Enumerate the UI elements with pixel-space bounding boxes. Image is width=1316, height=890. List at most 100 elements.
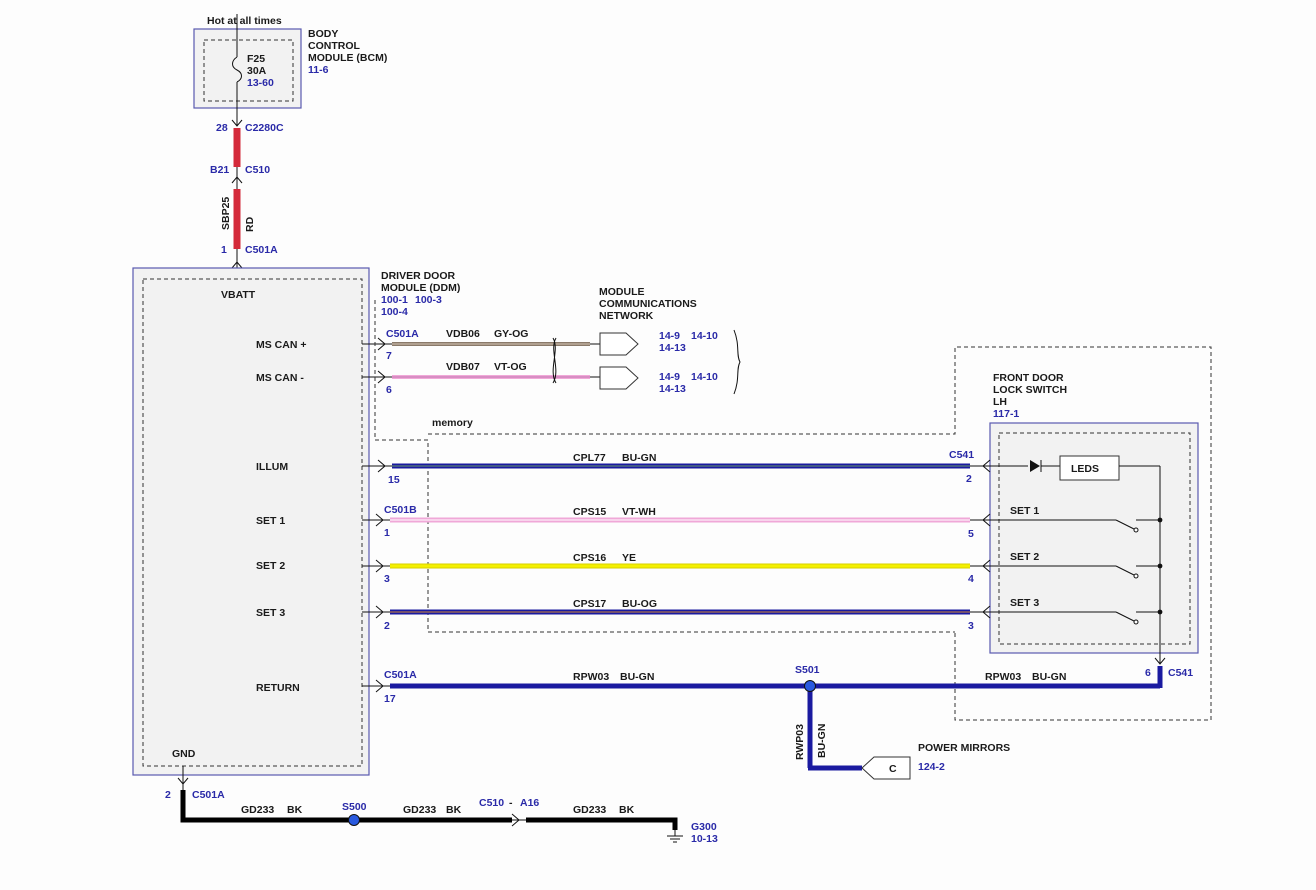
set3-circuit: 2 CPS17 BU-OG 3	[362, 598, 991, 632]
can-minus-ref-14-13[interactable]: 14-13	[659, 383, 686, 395]
switch-ref[interactable]: 117-1	[993, 408, 1019, 420]
fuse-ref[interactable]: 13-60	[247, 77, 274, 89]
color-bk-2: BK	[446, 804, 462, 816]
switch-title-2: LOCK SWITCH	[993, 384, 1067, 396]
splice-s500[interactable]	[348, 814, 360, 826]
pin-28: 28	[216, 122, 228, 134]
mirrors-connector-label: C	[889, 763, 897, 775]
color-return-left: BU-GN	[620, 671, 654, 683]
color-vt-wh: VT-WH	[622, 506, 656, 518]
network-brace	[733, 329, 741, 395]
set2-label: SET 2	[256, 560, 285, 572]
color-bu-og: BU-OG	[622, 598, 657, 610]
can-minus-ref-14-9[interactable]: 14-9	[659, 371, 680, 383]
ddm-title-1: DRIVER DOOR	[381, 270, 456, 282]
ddm-ref-100-3[interactable]: 100-3	[415, 294, 442, 306]
circuit-rpw03-left: RPW03	[573, 671, 609, 683]
set1-ddm-conn: C501B	[384, 504, 417, 516]
color-illum: BU-GN	[622, 452, 656, 464]
pin-1-vbatt: 1	[221, 244, 227, 256]
set1-sw-pin: 5	[968, 528, 974, 540]
sw-return-conn: C541	[1168, 667, 1193, 679]
c510-ground-conn: C510	[479, 797, 504, 809]
mirrors-connector-c[interactable]	[861, 756, 911, 780]
hot-at-all-times-label: Hot at all times	[207, 15, 282, 27]
set3-label: SET 3	[256, 607, 285, 619]
bcm-title-2: CONTROL	[308, 40, 360, 52]
color-rd: RD	[244, 216, 256, 232]
leds-label: LEDS	[1071, 463, 1099, 475]
schematic-canvas: Hot at all times F25 30A 13-60 BODY CONT…	[132, 14, 1212, 845]
circuit-rwp03: RWP03	[794, 724, 806, 760]
circuit-cps17: CPS17	[573, 598, 606, 610]
set2-circuit: 3 CPS16 YE 4	[362, 552, 991, 585]
can-plus-ref-14-9[interactable]: 14-9	[659, 330, 680, 342]
conn-c501a-can: C501A	[386, 328, 419, 340]
set1-junction	[1157, 517, 1163, 523]
conn-c510: C510	[245, 164, 270, 176]
can-plus-ref-14-13[interactable]: 14-13	[659, 342, 686, 354]
return-label: RETURN	[256, 682, 300, 694]
color-bk-1: BK	[287, 804, 303, 816]
set3-junction	[1157, 609, 1163, 615]
sw-set2-label: SET 2	[1010, 551, 1039, 563]
circuit-cps15: CPS15	[573, 506, 606, 518]
vbatt-label: VBATT	[221, 289, 256, 301]
can-minus-ref-14-10[interactable]: 14-10	[691, 371, 718, 383]
can-plus-ref-14-10[interactable]: 14-10	[691, 330, 718, 342]
power-feed: 28 C2280C B21 C510 SBP25 RD 1 C501A	[210, 119, 284, 284]
front-door-lock-switch: FRONT DOOR LOCK SWITCH LH 117-1 LEDS SET…	[983, 372, 1199, 679]
sw-set1-label: SET 1	[1010, 505, 1039, 517]
return-circuit: C501A 17 RPW03 BU-GN S501 RPW03 BU-GN RW…	[362, 664, 1163, 780]
ddm-ref-100-4[interactable]: 100-4	[381, 306, 408, 318]
ground-ref[interactable]: 10-13	[691, 833, 718, 845]
ddm-ref-100-1[interactable]: 100-1	[381, 294, 408, 306]
power-mirrors-title: POWER MIRRORS	[918, 742, 1010, 754]
pin-b21: B21	[210, 164, 229, 176]
illum-circuit: 15 CPL77 BU-GN C541 2	[362, 449, 991, 486]
illum-ddm-pin: 15	[388, 474, 400, 486]
bcm-module: Hot at all times F25 30A 13-60 BODY CONT…	[193, 14, 387, 126]
gnd-pin: 2	[165, 789, 171, 801]
color-ye: YE	[622, 552, 636, 564]
switch-title-1: FRONT DOOR	[993, 372, 1064, 384]
ddm-title-2: MODULE (DDM)	[381, 282, 460, 294]
set1-terminal	[1133, 527, 1139, 533]
ground-g300: G300	[691, 821, 717, 833]
c510-ground-pin: A16	[520, 797, 539, 809]
circuit-vdb07: VDB07	[446, 361, 480, 373]
power-mirrors-ref[interactable]: 124-2	[918, 761, 945, 773]
network-title-2: COMMUNICATIONS	[599, 298, 697, 310]
can-plus-network-connector[interactable]	[599, 332, 639, 356]
set2-junction	[1157, 563, 1163, 569]
bcm-title-3: MODULE (BCM)	[308, 52, 387, 64]
pin-7: 7	[386, 350, 392, 362]
c510-ground-dash: -	[509, 797, 513, 809]
return-ddm-conn: C501A	[384, 669, 417, 681]
wiring-diagram: Hot at all times F25 30A 13-60 BODY CONT…	[0, 0, 1316, 890]
set1-ddm-pin: 1	[384, 527, 390, 539]
circuit-cps16: CPS16	[573, 552, 606, 564]
conn-c501a-vbatt: C501A	[245, 244, 278, 256]
circuit-gd233-1: GD233	[241, 804, 274, 816]
circuit-cpl77: CPL77	[573, 452, 606, 464]
illum-sw-pin: 2	[966, 473, 972, 485]
color-return-right: BU-GN	[1032, 671, 1066, 683]
set3-terminal	[1133, 619, 1139, 625]
gnd-conn: C501A	[192, 789, 225, 801]
sw-return-pin: 6	[1145, 667, 1151, 679]
set2-sw-pin: 4	[968, 573, 974, 585]
circuit-gd233-2: GD233	[403, 804, 436, 816]
splice-s501[interactable]	[804, 680, 816, 692]
color-vt-og: VT-OG	[494, 361, 527, 373]
switch-title-3: LH	[993, 396, 1007, 408]
illum-label: ILLUM	[256, 461, 288, 473]
pin-6: 6	[386, 384, 392, 396]
bcm-ref[interactable]: 11-6	[308, 64, 329, 76]
circuit-vdb06: VDB06	[446, 328, 480, 340]
wire-gd233-3	[526, 817, 678, 830]
can-minus-network-connector[interactable]	[599, 366, 639, 390]
circuit-sbp25: SBP25	[220, 197, 232, 230]
set3-sw-pin: 3	[968, 620, 974, 632]
color-gy-og: GY-OG	[494, 328, 528, 340]
